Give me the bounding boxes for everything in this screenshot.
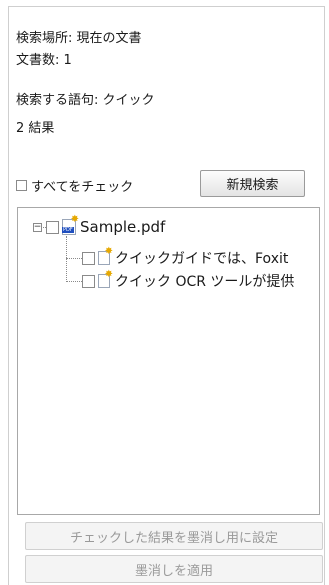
result-1-label: クイックガイドでは、Foxit	[115, 251, 289, 267]
search-term-line: 検索する語句: クイック	[16, 92, 155, 110]
check-all-box[interactable]	[16, 180, 27, 191]
tree-node-result-1[interactable]: ✸ クイックガイドでは、Foxit	[82, 247, 289, 268]
tree-connector	[66, 281, 82, 282]
root-label: Sample.pdf	[80, 218, 166, 236]
result-1-checkbox[interactable]	[82, 251, 95, 265]
check-all-checkbox[interactable]: すべてをチェック	[16, 176, 133, 195]
result-count-line: 2 結果	[16, 120, 54, 138]
search-term-label: 検索する語句:	[16, 93, 99, 108]
new-search-button[interactable]: 新規検索	[200, 170, 305, 197]
search-term-value: クイック	[102, 93, 155, 108]
pdf-file-icon: PDF ✸	[62, 214, 79, 235]
search-location-label: 検索場所:	[16, 31, 73, 46]
tree-node-root[interactable]: − PDF ✸ Sample.pdf	[33, 214, 166, 236]
tree-connector	[66, 236, 67, 282]
result-page-icon: ✸	[98, 270, 113, 288]
doc-count-label: 文書数:	[16, 53, 60, 68]
result-2-checkbox[interactable]	[82, 274, 95, 288]
result-count: 2	[16, 121, 25, 136]
doc-count-line: 文書数: 1	[16, 52, 72, 70]
search-location-line: 検索場所: 現在の文書	[16, 30, 142, 48]
result-label: 結果	[28, 121, 55, 136]
result-page-icon: ✸	[98, 247, 113, 265]
apply-redaction-button[interactable]: 墨消しを適用	[25, 555, 323, 583]
results-tree[interactable]: − PDF ✸ Sample.pdf ✸ クイックガイドでは、Foxit ✸ クイ…	[17, 207, 320, 515]
mark-checked-results-button[interactable]: チェックした結果を墨消し用に設定	[25, 522, 323, 550]
doc-count-value: 1	[63, 53, 72, 68]
result-2-label: クイック OCR ツールが提供	[115, 274, 295, 290]
search-location-value: 現在の文書	[76, 31, 142, 46]
root-checkbox[interactable]	[46, 220, 59, 234]
tree-connector	[66, 258, 82, 259]
check-all-label: すべてをチェック	[31, 180, 134, 195]
tree-node-result-2[interactable]: ✸ クイック OCR ツールが提供	[82, 270, 295, 291]
collapse-icon[interactable]: −	[33, 222, 42, 232]
